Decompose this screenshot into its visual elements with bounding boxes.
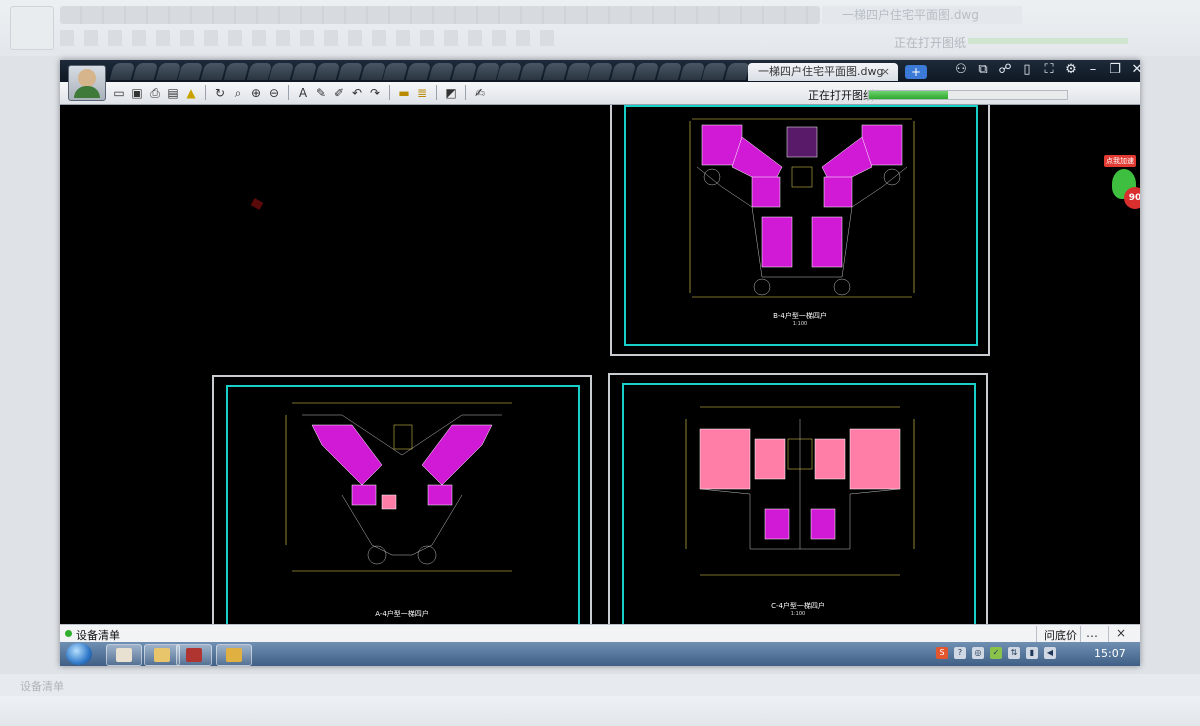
taskbar-clock: 15:07 <box>1094 647 1126 660</box>
pencil-icon[interactable]: ✐ <box>332 86 346 100</box>
lock-icon[interactable]: ▲ <box>184 86 198 100</box>
new-tab-button[interactable]: + <box>905 65 927 79</box>
layers-icon[interactable]: ◩ <box>444 86 458 100</box>
user-avatar[interactable] <box>68 65 106 101</box>
speed-badge: 90 <box>1124 187 1140 209</box>
sheet-a-title: A-4户型一梯四户 <box>375 610 429 618</box>
taskbar-app-cad[interactable] <box>216 644 252 666</box>
sheet-a-caption: A-4户型一梯四户 <box>342 609 462 619</box>
zoom-window-icon[interactable]: ⌕ <box>231 86 245 100</box>
measure-area-icon[interactable]: ≣ <box>415 86 429 100</box>
print-icon[interactable]: ⎙ <box>148 86 162 100</box>
redo-icon[interactable]: ↷ <box>368 86 382 100</box>
tab-file-label: 一梯四户住宅平面图.dwg <box>758 65 884 78</box>
ghost-status-text: 正在打开图纸 <box>894 36 967 50</box>
sheet-b-title: B-4户型一梯四户 <box>773 312 827 320</box>
open-icon[interactable]: ▭ <box>112 86 126 100</box>
stray-mark <box>250 198 264 210</box>
drawing-sheet-b: B-4户型一梯四户 1:100 <box>610 105 990 356</box>
taskbar: S ? ◎ ✓ ⇅ ▮ ◀ 15:07 <box>60 642 1140 666</box>
price-inquiry-link[interactable]: 问底价 <box>1044 627 1077 643</box>
window-controls: ⚇ ⧉ ☍ ▯ ⛶ ⚙ – ❐ ✕ <box>954 62 1144 77</box>
taskbar-app-explorer[interactable] <box>144 644 180 666</box>
measure-icon[interactable]: ▬ <box>397 86 411 100</box>
zoom-in-icon[interactable]: ⊕ <box>249 86 263 100</box>
undo-icon[interactable]: ↶ <box>350 86 364 100</box>
chat-icon[interactable]: ☍ <box>998 62 1012 77</box>
restore-icon[interactable]: ❐ <box>1108 62 1122 77</box>
sheet-b-caption: B-4户型一梯四户 1:100 <box>740 311 860 327</box>
volume-icon[interactable]: ◀ <box>1044 647 1056 659</box>
statusbar-close-icon[interactable]: × <box>1116 626 1126 640</box>
floor-plan-c <box>685 406 915 576</box>
save-icon[interactable]: ▣ <box>130 86 144 100</box>
share-icon[interactable]: ⧉ <box>976 62 990 77</box>
status-bar: 设备清单 问底价 … × <box>60 624 1140 643</box>
ghost-progress <box>968 38 1128 44</box>
help-icon[interactable]: ? <box>954 647 966 659</box>
chat-icon[interactable]: … <box>1086 626 1098 640</box>
tab-file[interactable]: 一梯四户住宅平面图.dwg × <box>748 63 898 81</box>
sheet-c-caption: C-4户型一梯四户 1:100 <box>738 601 858 617</box>
sheet-c-scale: 1:100 <box>790 611 806 617</box>
online-status-icon <box>65 630 72 637</box>
ghost-tabstrip <box>60 6 820 24</box>
ghost-device-list: 设备清单 <box>20 680 64 693</box>
ghost-file-tab: 一梯四户住宅平面图.dwg <box>822 6 1022 24</box>
sheet-b-scale: 1:100 <box>792 321 808 327</box>
security-icon[interactable]: ✓ <box>990 647 1002 659</box>
edit-doc-icon[interactable]: ✍ <box>473 86 487 100</box>
settings-icon[interactable]: ⚙ <box>1064 62 1078 77</box>
taskbar-app-contacts[interactable] <box>106 644 142 666</box>
start-button[interactable] <box>66 643 92 665</box>
ime-icon[interactable]: S <box>936 647 948 659</box>
sheet-c-title: C-4户型一梯四户 <box>771 602 825 610</box>
text-icon[interactable]: A <box>296 86 310 100</box>
ghost-avatar <box>10 6 54 50</box>
floor-plan-b <box>689 118 915 298</box>
floor-plan-a <box>285 402 512 572</box>
export-pdf-icon[interactable]: ▤ <box>166 86 180 100</box>
pen-icon[interactable]: ✎ <box>314 86 328 100</box>
taskbar-app-archive[interactable] <box>176 644 212 666</box>
cad-viewer-window: 一梯四户住宅平面图.dwg × + ⚇ ⧉ ☍ ▯ ⛶ ⚙ – ❐ ✕ ▭ ▣ … <box>60 60 1142 666</box>
speed-up-widget[interactable]: 点我加速 90 <box>1104 155 1140 225</box>
ghost-taskbar <box>0 696 1200 726</box>
tab-strip[interactable] <box>109 63 751 80</box>
minimize-icon[interactable]: – <box>1086 62 1100 77</box>
network-globe-icon[interactable]: ◎ <box>972 647 984 659</box>
phone-icon[interactable]: ▯ <box>1020 62 1034 77</box>
device-list-link[interactable]: 设备清单 <box>76 627 120 643</box>
users-icon[interactable]: ⚇ <box>954 62 968 77</box>
system-tray: S ? ◎ ✓ ⇅ ▮ ◀ <box>936 647 1056 659</box>
connection-icon[interactable]: ⇅ <box>1008 647 1020 659</box>
fullscreen-icon[interactable]: ⛶ <box>1042 62 1056 77</box>
zoom-out-icon[interactable]: ⊖ <box>267 86 281 100</box>
speed-up-label: 点我加速 <box>1104 155 1136 167</box>
ghost-toolbar <box>60 30 560 46</box>
drawing-sheet-c: C-4户型一梯四户 1:100 <box>608 373 988 624</box>
loading-progress-bar <box>868 90 1068 100</box>
loading-status-text: 正在打开图纸 <box>808 89 874 102</box>
close-tab-icon[interactable]: × <box>881 63 890 81</box>
close-icon[interactable]: ✕ <box>1130 62 1144 77</box>
rotate-icon[interactable]: ↻ <box>213 86 227 100</box>
drawing-sheet-a: A-4户型一梯四户 <box>212 375 592 624</box>
drawing-canvas[interactable]: B-4户型一梯四户 1:100 A-4户型一梯四户 C-4户型一梯四户 1:10… <box>60 105 1140 624</box>
title-bar: 一梯四户住宅平面图.dwg × + ⚇ ⧉ ☍ ▯ ⛶ ⚙ – ❐ ✕ <box>60 60 1142 82</box>
signal-icon[interactable]: ▮ <box>1026 647 1038 659</box>
